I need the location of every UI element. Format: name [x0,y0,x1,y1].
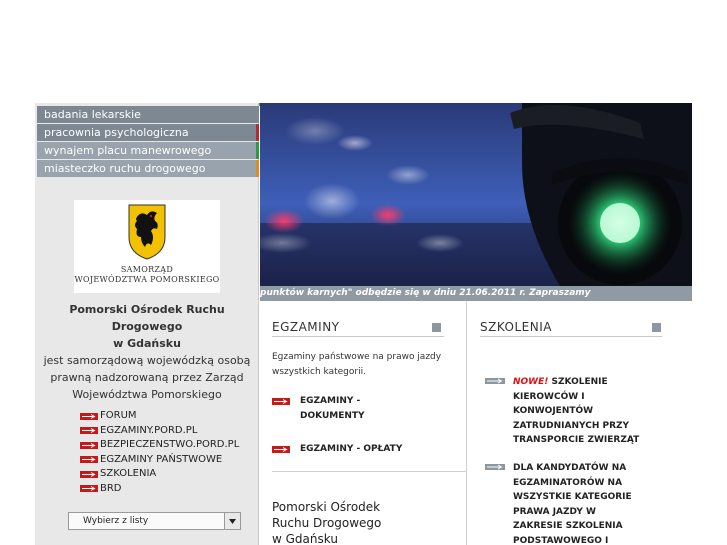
link-label: BEZPIECZENSTWO.PORD.PL [100,439,240,450]
section-title-underline [480,336,662,337]
left-column: badania lekarskie pracownia psychologicz… [35,103,259,545]
org-desc-line-2: prawną nadzorowaną przez Zarząd [50,371,244,384]
training-item-animal-transport[interactable]: NOWE! SZKOLENIE KIEROWCÓW I KONWOJENTÓW … [485,375,643,448]
menu-accent [256,124,259,141]
quick-links: FORUM EGZAMINY.PORD.PL BEZPIECZENSTWO.PO… [80,409,239,496]
arrow-right-icon [80,427,98,435]
org-line-1: Pomorski Ośrodek [272,500,381,514]
training-item-text: DLA KANDYDATÓW NA EGZAMINATORÓW NA WSZYS… [513,463,632,545]
select-value: Wybierz z listy [83,516,149,526]
hero-banner [260,103,692,286]
menu-item-wynajem[interactable]: wynajem placu manewrowego [37,142,259,159]
link-label: EGZAMINY.PORD.PL [100,424,198,436]
exams-section-title: EGZAMINY [272,320,444,337]
org-desc-line-1: jest samorządową wojewódzką osobą [43,354,251,367]
org-line-3: w Gdańsku [272,532,338,545]
exams-fees-link[interactable]: EGZAMINY - OPŁATY [272,442,402,457]
menu-item-pracownia[interactable]: pracownia psychologiczna [37,124,259,141]
arrow-right-icon [485,464,505,470]
logo-line-2: WOJEWÓDZTWA POMORSKIEGO [74,275,220,284]
page-frame: badania lekarskie pracownia psychologicz… [35,103,692,545]
select-dropdown-button[interactable] [224,513,240,529]
link-brd[interactable]: BRD [80,482,239,497]
link-egzaminy-pord[interactable]: EGZAMINY.PORD.PL [80,424,239,439]
section-title-underline [272,336,444,337]
chevron-down-icon [229,518,236,524]
section-title-text: SZKOLENIA [480,320,552,334]
link-label: SZKOLENIA [100,468,157,479]
side-menu: badania lekarskie pracownia psychologicz… [37,106,259,178]
menu-item-badania[interactable]: badania lekarskie [37,106,259,123]
trainings-section-title: SZKOLENIA [480,320,662,337]
news-ticker[interactable]: punktów karnych" odbędzie się w dniu 21.… [260,286,692,301]
exams-column: EGZAMINY Egzaminy państwowe na prawo jaz… [260,301,467,545]
region-logo[interactable]: SAMORZĄD WOJEWÓDZTWA POMORSKIEGO [74,200,220,293]
new-badge: NOWE! [513,377,549,387]
mid-org-title: Pomorski Ośrodek Ruchu Drogowego w Gdańs… [272,499,381,545]
square-icon [652,323,661,332]
traffic-light-photo [260,103,692,286]
org-name-line-1: Pomorski Ośrodek Ruchu Drogowego [69,303,225,333]
coat-of-arms-icon [128,204,166,260]
menu-item-miasteczko[interactable]: miasteczko ruchu drogowego [37,160,259,177]
link-bezpieczenstwo[interactable]: BEZPIECZENSTWO.PORD.PL [80,438,239,453]
section-title-text: EGZAMINY [272,320,340,334]
logo-line-1: SAMORZĄD [120,265,174,274]
jump-select[interactable]: Wybierz z listy [68,512,241,530]
organization-info: Pomorski Ośrodek Ruchu Drogowego w Gdańs… [35,301,259,403]
link-szkolenia[interactable]: SZKOLENIA [80,467,239,482]
menu-accent [256,106,259,123]
arrow-right-icon [485,378,505,384]
menu-accent [256,160,259,177]
link-line-1: EGZAMINY - OPŁATY [300,444,403,454]
link-label: FORUM [100,410,137,421]
link-label: BRD [100,482,122,494]
link-line-1: EGZAMINY - [300,396,361,406]
arrow-right-icon [272,398,290,405]
menu-item-label: badania lekarskie [44,108,141,121]
divider [272,471,466,472]
training-item-examiners[interactable]: DLA KANDYDATÓW NA EGZAMINATORÓW NA WSZYS… [485,461,643,545]
arrow-right-icon [80,456,98,464]
menu-item-label: miasteczko ruchu drogowego [44,162,206,175]
arrow-right-icon [80,412,98,420]
menu-item-label: pracownia psychologiczna [44,126,189,139]
org-line-2: Ruchu Drogowego [272,516,382,530]
training-item-text: SZKOLENIE KIEROWCÓW I KONWOJENTÓW ZATRUD… [513,377,640,445]
link-label: EGZAMINY PAŃSTWOWE [100,453,223,465]
org-desc-line-3: Województwa Pomorskiego [72,388,222,401]
menu-item-label: wynajem placu manewrowego [44,144,212,157]
link-forum[interactable]: FORUM [80,409,239,424]
org-name-line-2: w Gdańsku [113,337,181,350]
trainings-column: SZKOLENIA NOWE! SZKOLENIE KIEROWCÓW I KO… [468,301,692,545]
square-icon [432,323,441,332]
link-line-2: DOKUMENTY [300,411,365,421]
arrow-right-icon [80,470,98,478]
exams-description: Egzaminy państwowe na prawo jazdy wszyst… [272,352,442,377]
arrow-right-icon [272,446,290,453]
ticker-text: punktów karnych" odbędzie się w dniu 21.… [260,288,591,298]
menu-accent [256,142,259,159]
exams-documents-link[interactable]: EGZAMINY - DOKUMENTY [272,394,365,424]
arrow-right-icon [80,485,98,493]
arrow-right-icon [80,441,98,449]
link-egzaminy-panstwowe[interactable]: EGZAMINY PAŃSTWOWE [80,453,239,468]
